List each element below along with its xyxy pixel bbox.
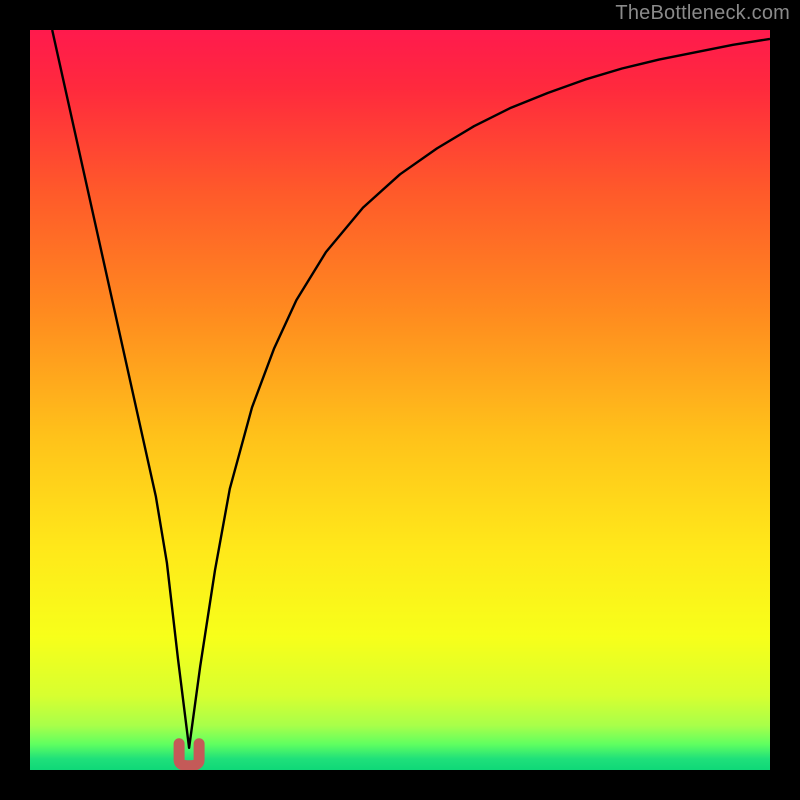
- plot-area: [30, 30, 770, 770]
- watermark-text: TheBottleneck.com: [615, 2, 790, 25]
- gradient-background: [30, 30, 770, 770]
- chart-svg: [30, 30, 770, 770]
- chart-frame: TheBottleneck.com: [0, 0, 800, 800]
